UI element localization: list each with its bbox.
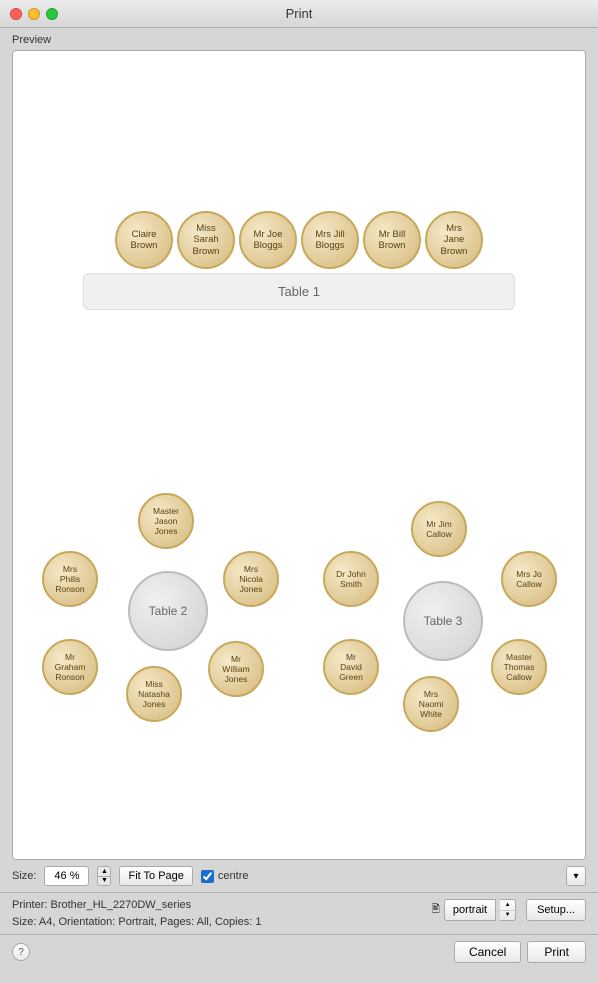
table2-cluster: Table 2 MasterJasonJones MrsNicolaJones …	[38, 461, 278, 741]
help-button[interactable]: ?	[12, 943, 30, 961]
seat-master-jason-jones: MasterJasonJones	[138, 493, 194, 549]
title-bar: Print	[0, 0, 598, 28]
dropdown-button[interactable]: ▾	[566, 866, 586, 886]
seat-mrs-jane-brown: MrsJaneBrown	[425, 211, 483, 269]
stepper-down[interactable]: ▼	[98, 877, 110, 886]
window-title: Print	[286, 6, 313, 21]
seat-mr-bill-brown: Mr BillBrown	[363, 211, 421, 269]
preview-area: ClaireBrown MissSarahBrown Mr JoeBloggs …	[12, 50, 586, 860]
seat-master-thomas-callow: MasterThomasCallow	[491, 639, 547, 695]
seat-mrs-naomi-white: MrsNaomiWhite	[403, 676, 459, 732]
page-content: ClaireBrown MissSarahBrown Mr JoeBloggs …	[13, 51, 585, 859]
centre-label: centre	[218, 870, 249, 882]
table3-cluster: Table 3 Mr JimCallow Mrs JoCallow Master…	[323, 471, 563, 751]
centre-checkbox-label[interactable]: centre	[201, 870, 249, 883]
portrait-down[interactable]: ▼	[500, 911, 515, 921]
portrait-stepper[interactable]: ▲ ▼	[500, 899, 516, 921]
setup-button[interactable]: Setup...	[526, 899, 586, 921]
table1-label: Table 1	[83, 273, 515, 310]
seat-mrs-nicola-jones: MrsNicolaJones	[223, 551, 279, 607]
table3-section: Table 3 Mr JimCallow Mrs JoCallow Master…	[323, 471, 563, 751]
table3-center: Table 3	[403, 581, 483, 661]
table2-center: Table 2	[128, 571, 208, 651]
portrait-up[interactable]: ▲	[500, 900, 515, 911]
seat-mrs-jill-bloggs: Mrs JillBloggs	[301, 211, 359, 269]
size-controls-row: Size: ▲ ▼ Fit To Page centre ▾	[0, 860, 598, 892]
portrait-button[interactable]: portrait	[444, 899, 496, 921]
traffic-lights	[10, 8, 58, 20]
maximize-button[interactable]	[46, 8, 58, 20]
print-button[interactable]: Print	[527, 941, 586, 963]
table2-section: Table 2 MasterJasonJones MrsNicolaJones …	[38, 461, 278, 741]
centre-checkbox[interactable]	[201, 870, 214, 883]
seat-mr-william-jones: MrWilliamJones	[208, 641, 264, 697]
close-button[interactable]	[10, 8, 22, 20]
seat-miss-natasha-jones: MissNatashaJones	[126, 666, 182, 722]
size-label: Size:	[12, 870, 36, 882]
table1-section: ClaireBrown MissSarahBrown Mr JoeBloggs …	[83, 211, 515, 310]
fit-to-page-button[interactable]: Fit To Page	[119, 866, 192, 886]
action-row: ? Cancel Print	[0, 935, 598, 969]
seat-mr-david-green: MrDavidGreen	[323, 639, 379, 695]
size-input[interactable]	[44, 866, 89, 886]
seat-mr-joe-bloggs: Mr JoeBloggs	[239, 211, 297, 269]
seat-claire-brown: ClaireBrown	[115, 211, 173, 269]
seat-mr-graham-ronson: MrGrahamRonson	[42, 639, 98, 695]
preview-label: Preview	[0, 28, 598, 50]
seat-mrs-jo-callow: Mrs JoCallow	[501, 551, 557, 607]
stepper-up[interactable]: ▲	[98, 867, 110, 877]
minimize-button[interactable]	[28, 8, 40, 20]
table1-seats-row: ClaireBrown MissSarahBrown Mr JoeBloggs …	[83, 211, 515, 269]
seat-dr-john-smith: Dr JohnSmith	[323, 551, 379, 607]
printer-info: Printer: Brother_HL_2270DW_series Size: …	[12, 897, 261, 930]
seat-mrs-philis-ronson: MrsPhilisRonson	[42, 551, 98, 607]
printer-line2: Size: A4, Orientation: Portrait, Pages: …	[12, 914, 261, 931]
seat-miss-sarah-brown: MissSarahBrown	[177, 211, 235, 269]
printer-line1: Printer: Brother_HL_2270DW_series	[12, 897, 261, 914]
seat-mr-jim-callow: Mr JimCallow	[411, 501, 467, 557]
size-stepper[interactable]: ▲ ▼	[97, 866, 111, 886]
portrait-icon: 🖹	[432, 902, 440, 919]
cancel-button[interactable]: Cancel	[454, 941, 521, 963]
